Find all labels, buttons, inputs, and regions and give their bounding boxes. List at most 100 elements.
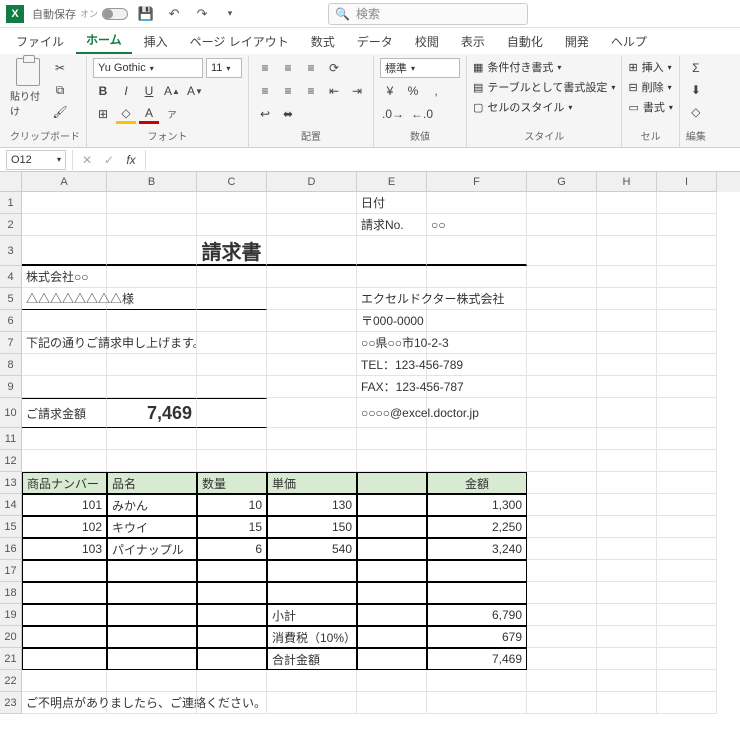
- align-bottom-icon[interactable]: ≡: [301, 58, 321, 78]
- cell-A7[interactable]: 下記の通りご請求申し上げます。: [22, 332, 107, 354]
- row-header-14[interactable]: 14: [0, 494, 22, 516]
- cell-E5[interactable]: エクセルドクター株式会社: [357, 288, 427, 310]
- ruby-icon[interactable]: ア: [162, 104, 182, 124]
- row-header-21[interactable]: 21: [0, 648, 22, 670]
- cut-icon[interactable]: ✂: [50, 58, 70, 78]
- cell-E6[interactable]: 〒000-0000: [357, 310, 427, 332]
- cell-E19[interactable]: [357, 604, 427, 626]
- cell-E11[interactable]: [357, 428, 427, 450]
- select-all-corner[interactable]: [0, 172, 22, 192]
- indent-inc-icon[interactable]: ⇥: [347, 81, 367, 101]
- cell-E16[interactable]: [357, 538, 427, 560]
- cell-A16[interactable]: 103: [22, 538, 107, 560]
- row-header-1[interactable]: 1: [0, 192, 22, 214]
- cell-A21[interactable]: [22, 648, 107, 670]
- cell-G12[interactable]: [527, 450, 597, 472]
- cell-C2[interactable]: [197, 214, 267, 236]
- cell-I13[interactable]: [657, 472, 717, 494]
- cell-E8[interactable]: TEL：123-456-789: [357, 354, 427, 376]
- cell-I2[interactable]: [657, 214, 717, 236]
- redo-icon[interactable]: ↷: [192, 4, 212, 24]
- cell-H20[interactable]: [597, 626, 657, 648]
- row-header-15[interactable]: 15: [0, 516, 22, 538]
- cell-D14[interactable]: 130: [267, 494, 357, 516]
- cell-A6[interactable]: [22, 310, 107, 332]
- cell-A3[interactable]: [22, 236, 107, 266]
- cell-A4[interactable]: 株式会社○○: [22, 266, 107, 288]
- cell-A17[interactable]: [22, 560, 107, 582]
- col-header-C[interactable]: C: [197, 172, 267, 192]
- tab-data[interactable]: データ: [347, 29, 403, 54]
- fill-icon[interactable]: ⬇: [686, 80, 706, 100]
- insert-cells-button[interactable]: ⊞挿入▾: [628, 58, 671, 76]
- tab-view[interactable]: 表示: [451, 29, 495, 54]
- cell-F5[interactable]: [427, 288, 527, 310]
- cell-G9[interactable]: [527, 376, 597, 398]
- cell-F19[interactable]: 6,790: [427, 604, 527, 626]
- row-header-6[interactable]: 6: [0, 310, 22, 332]
- cell-C14[interactable]: 10: [197, 494, 267, 516]
- cell-G3[interactable]: [527, 236, 597, 266]
- grow-font-icon[interactable]: A▲: [162, 81, 182, 101]
- cell-D18[interactable]: [267, 582, 357, 604]
- align-left-icon[interactable]: ≡: [255, 81, 275, 101]
- tab-insert[interactable]: 挿入: [134, 29, 178, 54]
- cell-I15[interactable]: [657, 516, 717, 538]
- cell-C15[interactable]: 15: [197, 516, 267, 538]
- undo-icon[interactable]: ↶: [164, 4, 184, 24]
- cell-D5[interactable]: [267, 288, 357, 310]
- cell-C13[interactable]: 数量: [197, 472, 267, 494]
- cell-E15[interactable]: [357, 516, 427, 538]
- cell-H17[interactable]: [597, 560, 657, 582]
- save-icon[interactable]: 💾: [136, 4, 156, 24]
- tab-review[interactable]: 校閲: [405, 29, 449, 54]
- cell-D23[interactable]: [267, 692, 357, 714]
- cell-B5[interactable]: [107, 288, 197, 310]
- cell-A13[interactable]: 商品ナンバー: [22, 472, 107, 494]
- cell-E3[interactable]: [357, 236, 427, 266]
- cell-A19[interactable]: [22, 604, 107, 626]
- cell-F20[interactable]: 679: [427, 626, 527, 648]
- cell-B14[interactable]: みかん: [107, 494, 197, 516]
- cell-B22[interactable]: [107, 670, 197, 692]
- enter-formula-icon[interactable]: ✓: [99, 150, 119, 170]
- cell-D2[interactable]: [267, 214, 357, 236]
- cell-H10[interactable]: [597, 398, 657, 428]
- cell-I3[interactable]: [657, 236, 717, 266]
- cell-E20[interactable]: [357, 626, 427, 648]
- cell-F13[interactable]: 金額: [427, 472, 527, 494]
- row-header-20[interactable]: 20: [0, 626, 22, 648]
- format-as-table-button[interactable]: ▤テーブルとして書式設定▾: [473, 78, 615, 96]
- row-header-18[interactable]: 18: [0, 582, 22, 604]
- row-header-13[interactable]: 13: [0, 472, 22, 494]
- cell-F22[interactable]: [427, 670, 527, 692]
- cell-H8[interactable]: [597, 354, 657, 376]
- cell-E14[interactable]: [357, 494, 427, 516]
- bold-button[interactable]: B: [93, 81, 113, 101]
- cell-I7[interactable]: [657, 332, 717, 354]
- tab-file[interactable]: ファイル: [6, 29, 74, 54]
- cell-D9[interactable]: [267, 376, 357, 398]
- row-header-10[interactable]: 10: [0, 398, 22, 428]
- cell-H4[interactable]: [597, 266, 657, 288]
- cell-B16[interactable]: パイナップル: [107, 538, 197, 560]
- cell-I4[interactable]: [657, 266, 717, 288]
- autosum-icon[interactable]: Σ: [686, 58, 706, 78]
- cell-F21[interactable]: 7,469: [427, 648, 527, 670]
- cell-G2[interactable]: [527, 214, 597, 236]
- cell-C5[interactable]: [197, 288, 267, 310]
- cell-E4[interactable]: [357, 266, 427, 288]
- cell-A12[interactable]: [22, 450, 107, 472]
- cell-G19[interactable]: [527, 604, 597, 626]
- cell-F8[interactable]: [427, 354, 527, 376]
- format-painter-icon[interactable]: 🖌: [50, 102, 70, 122]
- cell-B13[interactable]: 品名: [107, 472, 197, 494]
- currency-icon[interactable]: ¥: [380, 81, 400, 101]
- cell-I8[interactable]: [657, 354, 717, 376]
- cell-E13[interactable]: [357, 472, 427, 494]
- cell-G15[interactable]: [527, 516, 597, 538]
- cell-C1[interactable]: [197, 192, 267, 214]
- row-header-11[interactable]: 11: [0, 428, 22, 450]
- cell-B1[interactable]: [107, 192, 197, 214]
- cell-A18[interactable]: [22, 582, 107, 604]
